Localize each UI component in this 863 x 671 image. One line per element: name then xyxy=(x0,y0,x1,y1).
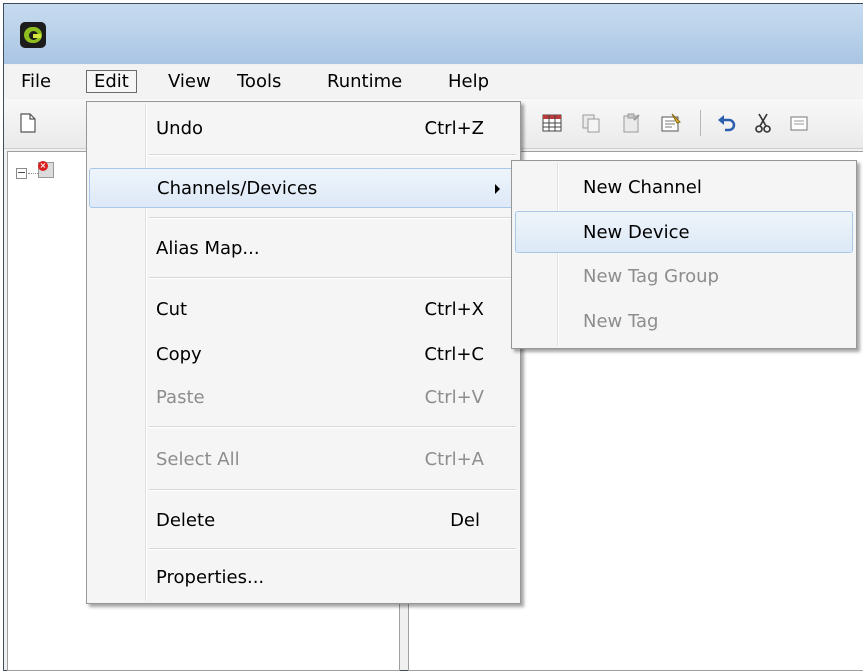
menu-separator xyxy=(149,277,516,279)
menu-item-label: Copy xyxy=(156,344,202,365)
submenu-arrow-icon xyxy=(495,184,500,194)
submenu-item-new-device[interactable]: New Device xyxy=(515,211,853,253)
menu-item-undo[interactable]: Undo Ctrl+Z xyxy=(89,109,518,149)
menu-tools[interactable]: Tools xyxy=(230,70,288,93)
menu-runtime[interactable]: Runtime xyxy=(320,70,409,93)
menu-item-label: Properties... xyxy=(156,567,265,588)
submenu-item-new-tag[interactable]: New Tag xyxy=(515,301,853,343)
menu-item-label: New Tag Group xyxy=(583,266,719,287)
edit-menu-dropdown: Undo Ctrl+Z Channels/Devices Alias Map..… xyxy=(86,101,521,604)
menu-separator xyxy=(149,217,516,219)
menu-item-label: Alias Map... xyxy=(156,238,260,259)
menu-separator xyxy=(149,548,516,550)
menu-item-select-all[interactable]: Select All Ctrl+A xyxy=(89,440,518,480)
more-icon[interactable] xyxy=(789,112,811,134)
project-node-icon[interactable]: × xyxy=(38,161,54,178)
app-logo-icon[interactable] xyxy=(20,22,46,48)
menu-item-channels-devices[interactable]: Channels/Devices xyxy=(89,168,518,208)
menu-file[interactable]: File xyxy=(14,70,58,93)
cut-icon[interactable] xyxy=(752,112,774,134)
tree-collapse-icon[interactable]: − xyxy=(16,167,27,179)
menu-item-properties[interactable]: Properties... xyxy=(89,558,518,598)
menu-item-label: Select All xyxy=(156,449,240,470)
menu-item-label: New Channel xyxy=(583,177,702,198)
menu-item-label: Channels/Devices xyxy=(157,178,318,199)
menu-bar: File Edit View Tools Runtime Help xyxy=(4,65,863,98)
menu-item-shortcut: Del xyxy=(450,510,480,531)
menu-view[interactable]: View xyxy=(161,70,218,93)
toolbar-separator xyxy=(700,110,701,136)
menu-item-label: Undo xyxy=(156,118,204,139)
menu-item-label: Cut xyxy=(156,299,188,320)
menu-item-shortcut: Ctrl+V xyxy=(424,387,484,408)
menu-item-label: Paste xyxy=(156,387,205,408)
grid-icon[interactable] xyxy=(541,112,563,134)
undo-icon[interactable] xyxy=(716,112,738,134)
menu-help[interactable]: Help xyxy=(441,70,496,93)
menu-item-copy[interactable]: Copy Ctrl+C xyxy=(89,335,518,375)
menu-item-alias-map[interactable]: Alias Map... xyxy=(89,229,518,269)
properties-icon[interactable] xyxy=(660,112,682,134)
menu-item-delete[interactable]: Delete Del xyxy=(89,501,518,541)
menu-item-shortcut: Ctrl+Z xyxy=(424,118,484,139)
submenu-item-new-tag-group[interactable]: New Tag Group xyxy=(515,256,853,298)
menu-separator xyxy=(149,154,516,156)
menu-item-label: Delete xyxy=(156,510,216,531)
submenu-item-new-channel[interactable]: New Channel xyxy=(515,167,853,209)
menu-item-shortcut: Ctrl+A xyxy=(424,449,484,470)
menu-item-shortcut: Ctrl+C xyxy=(424,344,484,365)
menu-item-paste[interactable]: Paste Ctrl+V xyxy=(89,378,518,418)
new-file-icon[interactable] xyxy=(17,112,39,134)
menu-item-cut[interactable]: Cut Ctrl+X xyxy=(89,290,518,330)
copy-icon[interactable] xyxy=(580,112,602,134)
menu-item-label: New Tag xyxy=(583,311,659,332)
menu-edit[interactable]: Edit xyxy=(86,70,137,93)
menu-item-shortcut: Ctrl+X xyxy=(424,299,484,320)
tree-connector xyxy=(28,173,38,174)
menu-separator xyxy=(149,489,516,491)
menu-item-label: New Device xyxy=(583,222,690,243)
paste-icon[interactable] xyxy=(620,112,642,134)
menu-separator xyxy=(149,426,516,428)
error-icon: × xyxy=(38,161,48,171)
channels-devices-submenu: New Channel New Device New Tag Group New… xyxy=(511,160,857,349)
title-bar xyxy=(4,4,863,64)
